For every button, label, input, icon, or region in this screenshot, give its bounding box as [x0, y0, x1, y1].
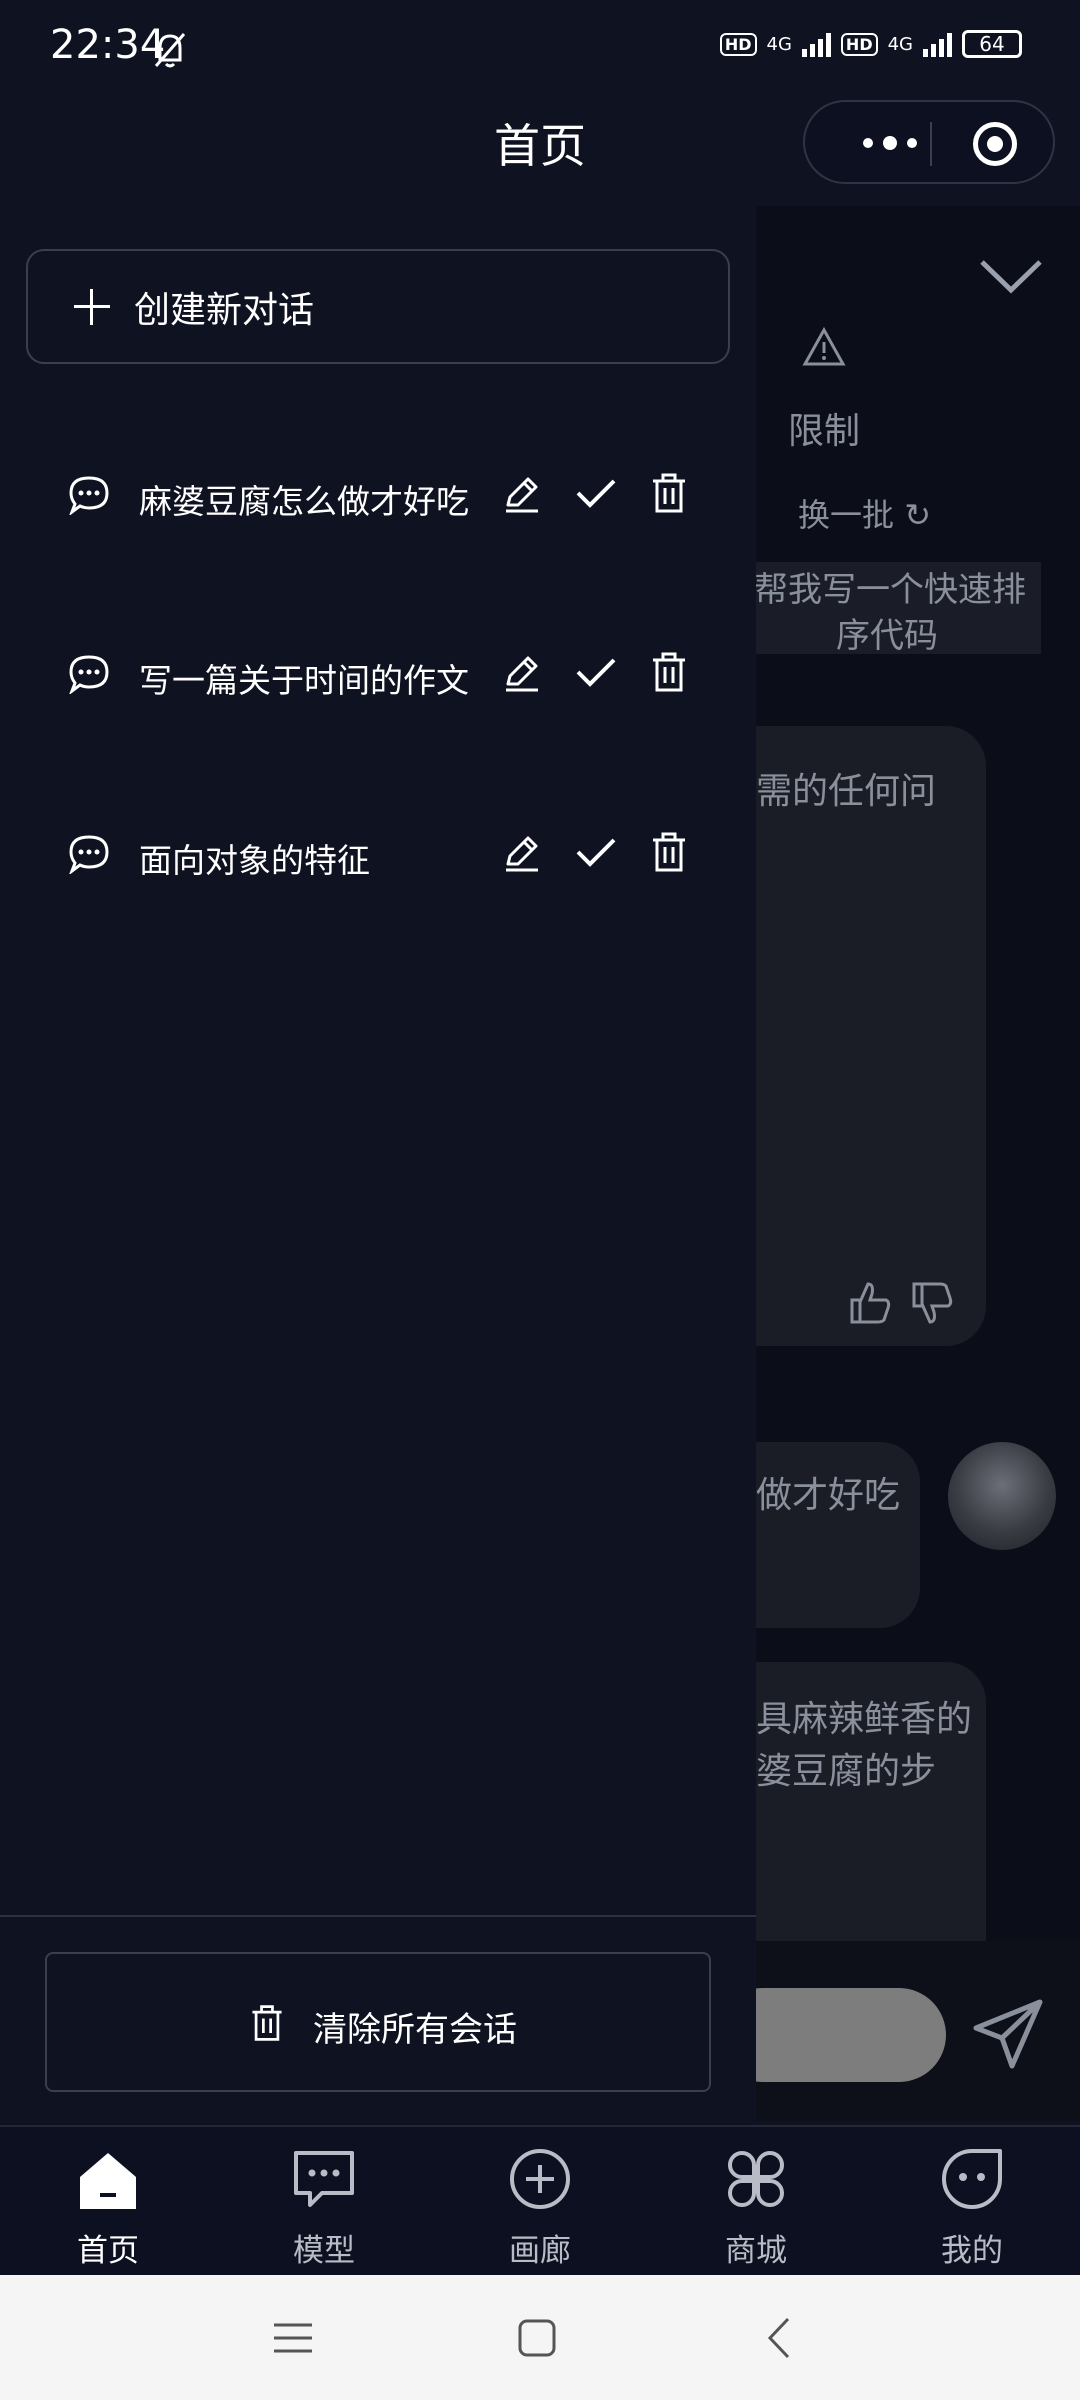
face-icon — [942, 2149, 1002, 2209]
user-avatar — [948, 1442, 1056, 1550]
tab-home-label: 首页 — [77, 2233, 139, 2269]
send-icon[interactable] — [970, 1996, 1046, 2072]
refresh-label: 换一批 — [798, 496, 895, 534]
edit-icon[interactable] — [500, 830, 544, 874]
chat-bubble-icon — [69, 655, 109, 694]
clear-all-conversations-button[interactable]: 清除所有会话 — [45, 1952, 711, 2092]
assistant-reply-bubble: 需的任何问 — [756, 726, 986, 1346]
home-icon — [80, 2153, 136, 2209]
reply-2-line-1: 具麻辣鲜香的 — [756, 1699, 973, 1740]
tab-store-label: 商城 — [725, 2233, 787, 2269]
chevron-down-icon[interactable] — [978, 256, 1044, 296]
drawer-divider — [0, 1915, 756, 1917]
close-target-button[interactable] — [973, 122, 1017, 166]
warning-icon — [802, 326, 846, 366]
signal-icon — [801, 31, 831, 57]
clear-all-label: 清除所有会话 — [313, 2010, 517, 2050]
conversation-item[interactable]: 麻婆豆腐怎么做才好吃 — [0, 445, 756, 545]
grid-icon — [728, 2151, 784, 2207]
edit-icon[interactable] — [500, 650, 544, 694]
tab-mine-label: 我的 — [941, 2233, 1003, 2269]
plus-icon — [72, 287, 112, 327]
suggestion-line-1: 帮我写一个快速排 — [756, 570, 1026, 610]
edit-icon[interactable] — [500, 471, 544, 515]
capsule-divider — [930, 122, 932, 166]
more-options-button[interactable] — [845, 118, 935, 168]
chat-bubble-icon — [294, 2151, 354, 2207]
new-chat-button[interactable]: 创建新对话 — [26, 249, 730, 364]
suggestion-chip[interactable]: 帮我写一个快速排 序代码 — [756, 562, 1041, 656]
menu-icon[interactable] — [268, 2313, 318, 2363]
status-indicators: HD 4G HD 4G 64 — [719, 30, 1022, 58]
hd-badge-2: HD — [840, 32, 878, 56]
conversation-item[interactable]: 面向对象的特征 — [0, 804, 756, 904]
network-type-2: 4G — [887, 33, 913, 55]
trash-icon[interactable] — [647, 471, 691, 515]
tab-gallery[interactable]: 画廊 — [470, 2137, 610, 2269]
network-type-1: 4G — [766, 33, 792, 55]
message-input[interactable] — [756, 1988, 946, 2082]
conversation-item[interactable]: 写一篇关于时间的作文 — [0, 624, 756, 724]
suggestion-line-2: 序代码 — [836, 616, 938, 656]
tab-models-label: 模型 — [293, 2233, 355, 2269]
mini-program-capsule — [803, 100, 1055, 184]
user-message-text: 做才好吃 — [756, 1475, 901, 1516]
reply-2-line-2: 婆豆腐的步 — [756, 1751, 937, 1792]
hd-badge: HD — [719, 32, 757, 56]
trash-icon[interactable] — [647, 650, 691, 694]
check-icon[interactable] — [574, 650, 618, 694]
tab-models[interactable]: 模型 — [254, 2137, 394, 2269]
check-icon[interactable] — [574, 471, 618, 515]
tab-store[interactable]: 商城 — [686, 2137, 826, 2269]
trash-icon — [252, 2005, 282, 2041]
conversation-title: 面向对象的特征 — [139, 841, 370, 880]
bottom-tab-bar: 首页 模型 画廊 商城 我的 — [0, 2125, 1080, 2277]
chat-bubble-icon — [69, 476, 109, 515]
conversation-title: 麻婆豆腐怎么做才好吃 — [139, 482, 469, 521]
limit-label: 限制 — [788, 411, 861, 452]
chat-background-view: 限制 换一批 ↻ 帮我写一个快速排 序代码 需的任何问 做才好吃 具麻辣鲜香的 … — [756, 206, 1080, 2121]
thumbs-up-icon[interactable] — [848, 1280, 894, 1326]
system-navigation-bar — [0, 2275, 1080, 2400]
tab-gallery-label: 画廊 — [509, 2233, 571, 2269]
battery-icon: 64 — [962, 30, 1022, 58]
conversation-title: 写一篇关于时间的作文 — [139, 661, 469, 700]
check-icon[interactable] — [574, 830, 618, 874]
plus-circle-icon — [510, 2149, 570, 2209]
user-message-bubble: 做才好吃 — [756, 1442, 920, 1628]
mute-bell-icon — [154, 33, 186, 68]
trash-icon[interactable] — [647, 830, 691, 874]
signal-icon-2 — [923, 31, 952, 57]
chat-bubble-icon — [69, 835, 109, 874]
back-icon[interactable] — [756, 2313, 806, 2363]
reply-1-text: 需的任何问 — [756, 771, 937, 812]
status-time: 22:34 — [50, 22, 166, 68]
new-chat-label: 创建新对话 — [134, 290, 315, 331]
thumbs-down-icon[interactable] — [910, 1280, 956, 1326]
tab-mine[interactable]: 我的 — [902, 2137, 1042, 2269]
refresh-icon: ↻ — [894, 496, 931, 534]
refresh-suggestions-button[interactable]: 换一批 ↻ — [798, 490, 931, 536]
home-square-icon[interactable] — [512, 2313, 562, 2363]
tab-home[interactable]: 首页 — [38, 2137, 178, 2269]
